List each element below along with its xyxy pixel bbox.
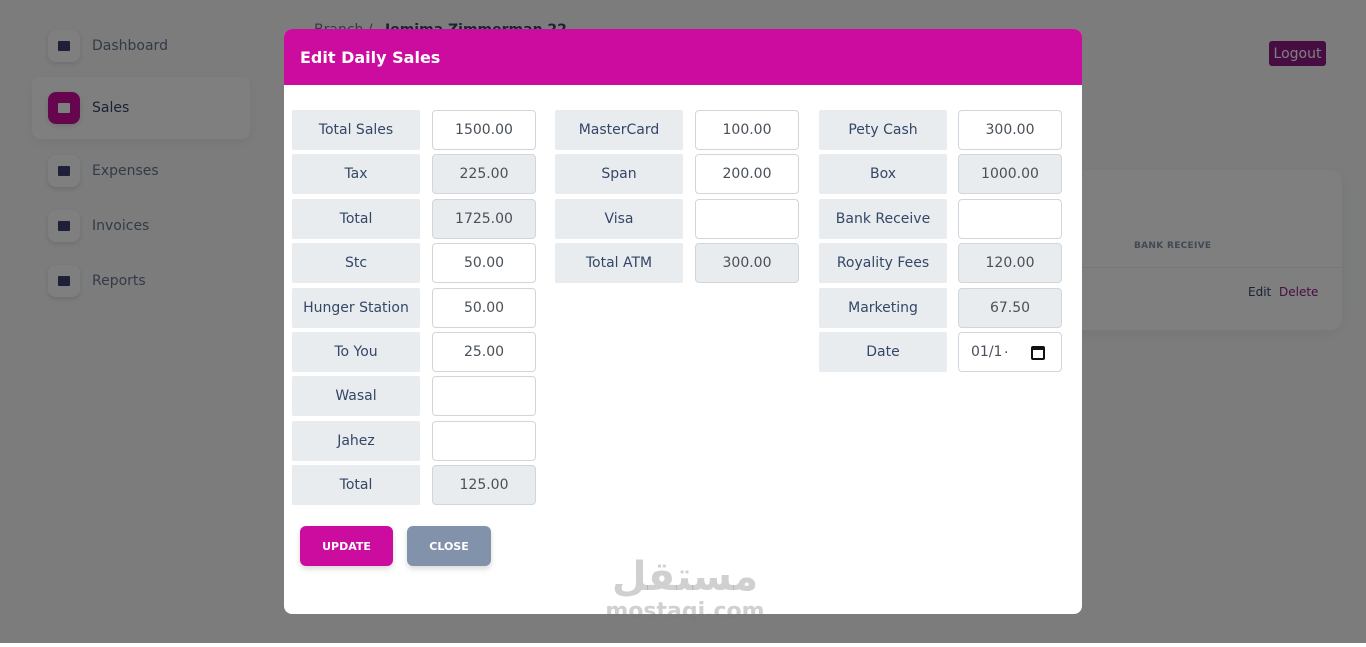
to-you-input[interactable]: [432, 332, 536, 372]
field-label-bank-receive: Bank Receive: [819, 199, 947, 239]
field-label-jahez: Jahez: [292, 421, 420, 461]
field-label-tax: Tax: [292, 154, 420, 194]
hunger-station-input[interactable]: [432, 288, 536, 328]
marketing-input: [958, 288, 1062, 328]
field-label-mastercard: MasterCard: [555, 110, 683, 150]
watermark-logo: مستقل mostaqi.com: [600, 555, 770, 624]
tax-input: [432, 154, 536, 194]
field-label-delivery-total: Total: [292, 465, 420, 505]
field-label-marketing: Marketing: [819, 288, 947, 328]
total-sales-input[interactable]: [432, 110, 536, 150]
field-label-stc: Stc: [292, 243, 420, 283]
pety-cash-input[interactable]: [958, 110, 1062, 150]
close-button[interactable]: CLOSE: [407, 526, 491, 566]
update-button[interactable]: UPDATE: [300, 526, 393, 566]
field-label-royality-fees: Royality Fees: [819, 243, 947, 283]
field-label-box: Box: [819, 154, 947, 194]
watermark-latin: mostaqi.com: [605, 599, 765, 624]
field-label-total: Total: [292, 199, 420, 239]
bank-receive-input[interactable]: [958, 199, 1062, 239]
span-input[interactable]: [695, 154, 799, 194]
stc-input[interactable]: [432, 243, 536, 283]
watermark-arabic: مستقل: [611, 554, 759, 600]
field-label-pety-cash: Pety Cash: [819, 110, 947, 150]
mastercard-input[interactable]: [695, 110, 799, 150]
field-label-hunger-station: Hunger Station: [292, 288, 420, 328]
modal-header: Edit Daily Sales: [284, 29, 1082, 85]
wasal-input[interactable]: [432, 376, 536, 416]
jahez-input[interactable]: [432, 421, 536, 461]
modal-title: Edit Daily Sales: [300, 47, 441, 67]
box-input: [958, 154, 1062, 194]
field-label-date: Date: [819, 332, 947, 372]
edit-daily-sales-modal: Edit Daily Sales Total Sales Tax Total S…: [284, 29, 1082, 614]
field-label-total-atm: Total ATM: [555, 243, 683, 283]
field-label-total-sales: Total Sales: [292, 110, 420, 150]
visa-input[interactable]: [695, 199, 799, 239]
field-label-wasal: Wasal: [292, 376, 420, 416]
field-label-span: Span: [555, 154, 683, 194]
field-label-visa: Visa: [555, 199, 683, 239]
field-label-to-you: To You: [292, 332, 420, 372]
date-value: 01/1٠: [971, 344, 1010, 360]
calendar-icon[interactable]: [1031, 346, 1045, 360]
total-input: [432, 199, 536, 239]
date-input[interactable]: 01/1٠: [958, 332, 1062, 372]
royality-fees-input: [958, 243, 1062, 283]
total-atm-input: [695, 243, 799, 283]
delivery-total-input: [432, 465, 536, 505]
